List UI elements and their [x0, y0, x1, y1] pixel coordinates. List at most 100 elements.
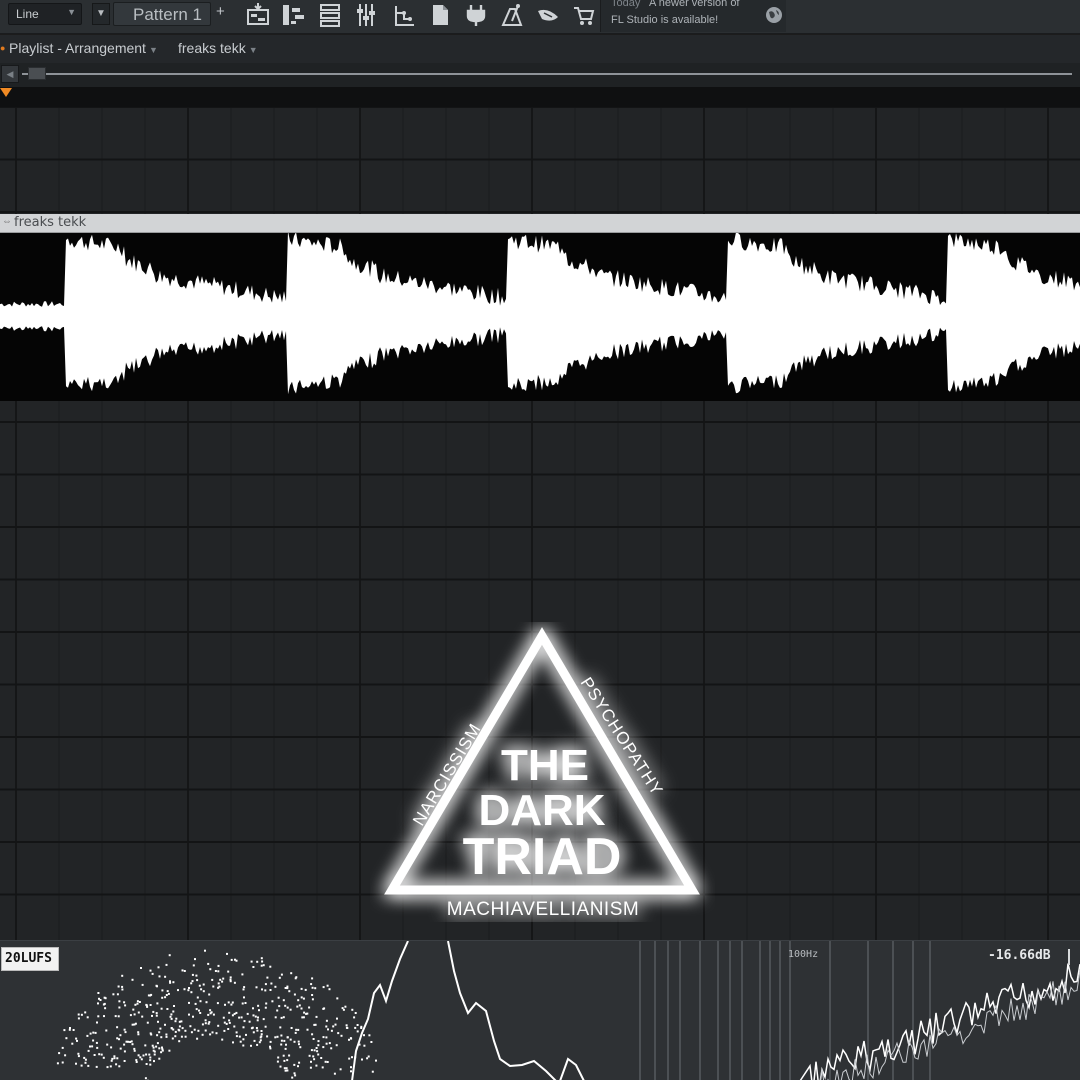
scope-dot	[156, 1034, 159, 1037]
scope-dot	[158, 975, 161, 978]
scope-dot	[207, 1022, 210, 1025]
scope-dot	[141, 983, 144, 986]
scope-dot	[297, 1040, 300, 1043]
scope-dot	[94, 1031, 97, 1034]
playlist-icon[interactable]	[244, 1, 272, 29]
playhead-marker[interactable]	[0, 88, 12, 97]
scope-dot	[280, 1043, 283, 1046]
scope-dot	[258, 1009, 260, 1012]
scope-dot	[304, 988, 307, 991]
scope-dot	[330, 1047, 333, 1050]
toolbar: Line ▼ ▼ Pattern 1 + Today A newer versi…	[0, 0, 1080, 34]
scope-dot	[257, 1016, 259, 1019]
store-icon[interactable]	[570, 1, 598, 29]
scope-dot	[175, 1017, 178, 1020]
scope-dot	[242, 1044, 245, 1047]
scope-dot	[64, 1054, 67, 1057]
scope-dot	[279, 1026, 282, 1029]
scope-dot	[178, 1029, 181, 1032]
piano-roll-icon[interactable]	[280, 1, 308, 29]
snap-select[interactable]: Line ▼	[8, 3, 82, 25]
scope-dot	[282, 1016, 285, 1019]
scope-dot	[311, 994, 314, 996]
scope-dot	[77, 1017, 80, 1020]
scope-dot	[89, 1032, 92, 1035]
plugin-database-icon[interactable]	[462, 1, 490, 29]
scope-dot	[71, 1042, 74, 1045]
scope-dot	[155, 1014, 158, 1017]
scope-dot	[298, 1004, 301, 1007]
mixer-icon[interactable]	[352, 1, 380, 29]
scope-dot	[297, 1065, 299, 1068]
logo-title-line3: TRIAD	[463, 828, 622, 886]
pattern-title[interactable]: freaks tekk ▼	[178, 40, 258, 56]
scope-dot	[333, 1072, 336, 1075]
pattern-menu-button[interactable]: ▼	[92, 3, 110, 25]
scope-dot	[274, 1016, 277, 1019]
scope-dot	[322, 1007, 325, 1010]
scope-dot	[224, 1003, 226, 1006]
scope-dot	[109, 1065, 112, 1068]
scope-dot	[61, 1046, 64, 1049]
scope-dot	[218, 985, 221, 988]
tempo-icon[interactable]	[498, 1, 526, 29]
scope-dot	[269, 1045, 271, 1048]
scope-dot	[145, 1003, 148, 1006]
scope-dot	[137, 1031, 140, 1034]
lufs-readout: 20LUFS	[1, 947, 59, 971]
scope-dot	[337, 1032, 340, 1035]
scope-dot	[293, 1072, 296, 1075]
scope-dot	[178, 1025, 181, 1028]
scope-dot	[184, 1035, 187, 1038]
scope-dot	[121, 988, 124, 991]
scope-dot	[123, 1060, 126, 1062]
scope-dot	[276, 1035, 279, 1038]
scope-dot	[261, 988, 263, 991]
playlist-title[interactable]: Playlist - Arrangement ▼	[9, 40, 158, 56]
scope-dot	[110, 1046, 113, 1049]
scope-dot	[223, 1029, 226, 1032]
scope-dot	[106, 1066, 109, 1069]
scope-dot	[61, 1061, 64, 1064]
news-panel[interactable]: Today A newer version of FL Studio is av…	[600, 0, 786, 32]
logo-bottom-text: MACHIAVELLIANISM	[447, 899, 639, 920]
scope-dot	[116, 1037, 119, 1040]
scope-dot	[121, 985, 124, 988]
scope-dot	[187, 989, 190, 992]
scope-dot	[340, 1034, 343, 1037]
channel-rack-icon[interactable]	[316, 1, 344, 29]
send-icon[interactable]	[534, 1, 562, 29]
scope-dot	[314, 1023, 317, 1026]
timeline-ruler[interactable]	[0, 87, 1080, 107]
scope-dot	[104, 1007, 107, 1010]
add-pattern-button[interactable]: +	[216, 3, 225, 20]
scroll-left-button[interactable]: ◀	[1, 65, 19, 83]
browser-icon[interactable]	[426, 1, 454, 29]
globe-icon[interactable]	[764, 5, 784, 30]
scope-dot	[284, 1069, 287, 1072]
scope-dot	[326, 984, 329, 987]
scope-dot	[170, 1017, 173, 1020]
scope-dot	[342, 1008, 345, 1011]
scope-dot	[196, 1037, 199, 1040]
scope-dot	[68, 1028, 71, 1031]
scope-dot	[325, 1019, 328, 1022]
scope-dot	[119, 1047, 122, 1050]
scope-dot	[100, 1053, 103, 1056]
scope-dot	[261, 960, 264, 963]
scope-dot	[316, 1050, 319, 1053]
scope-dot	[158, 1047, 161, 1050]
plugin-picker-icon[interactable]	[390, 1, 418, 29]
scope-dot	[310, 983, 313, 986]
scope-dot	[89, 1045, 91, 1048]
horizontal-scrollbar[interactable]	[22, 73, 1072, 75]
scope-dot	[172, 981, 175, 984]
pattern-selector[interactable]: Pattern 1	[113, 2, 211, 26]
scope-dot	[211, 1031, 214, 1034]
scrollbar-thumb[interactable]	[28, 67, 46, 80]
audio-clip-waveform[interactable]	[0, 231, 1080, 401]
scope-dot	[363, 1044, 366, 1047]
scope-dot	[95, 1041, 98, 1044]
audio-clip-header[interactable]: ⇔ freaks tekk	[0, 214, 1080, 233]
scope-dot	[303, 1011, 306, 1014]
